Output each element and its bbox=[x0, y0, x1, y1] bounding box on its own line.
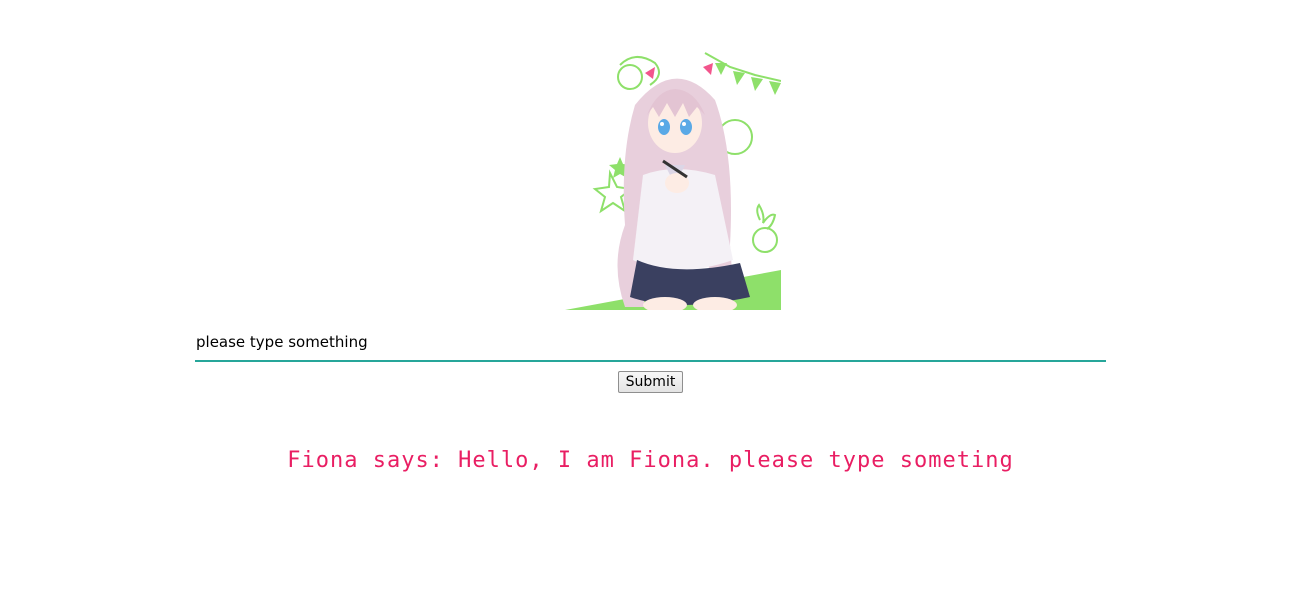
message-input-wrapper bbox=[195, 324, 1106, 362]
bot-reply-text: Fiona says: Hello, I am Fiona. please ty… bbox=[287, 448, 1014, 473]
message-input[interactable] bbox=[195, 324, 1106, 362]
chat-page: Submit Fiona says: Hello, I am Fiona. pl… bbox=[0, 0, 1301, 602]
avatar-image bbox=[565, 45, 781, 310]
submit-button[interactable]: Submit bbox=[618, 371, 683, 393]
